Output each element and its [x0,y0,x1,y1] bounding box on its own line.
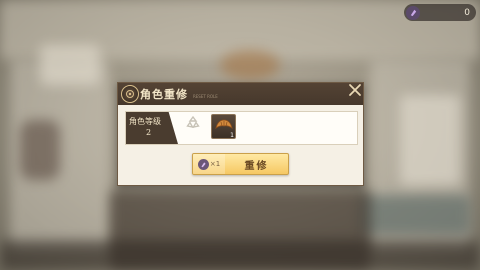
role-level-value: 2 [146,128,152,137]
currency-counter[interactable]: 0 [404,4,476,21]
role-level-row: 角色等级 2 1 [125,111,358,145]
emblem-icon [121,85,139,103]
reset-button[interactable]: ×1 重修 [192,153,289,175]
dialog-title: 角色重修 [140,88,188,101]
reset-cost: ×1 [193,154,225,174]
material-slot[interactable]: 1 [211,114,236,139]
role-level-badge: 角色等级 2 [126,112,178,144]
dialog-header: 角色重修 RESET ROLE [118,83,363,105]
currency-amount: 0 [464,7,470,18]
recycle-icon [184,114,202,132]
reset-role-dialog: 角色重修 RESET ROLE 角色等级 2 1 ×1 重修 [117,82,364,186]
role-level-label: 角色等级 [129,117,161,126]
reset-cost-amount: ×1 [209,160,221,168]
reset-button-label: 重修 [244,160,269,172]
crystal-icon [406,5,420,20]
crystal-icon [197,158,209,170]
material-count: 1 [230,132,234,139]
close-button[interactable] [346,82,364,100]
dialog-subtitle: RESET ROLE [193,93,218,99]
close-icon [348,82,362,101]
